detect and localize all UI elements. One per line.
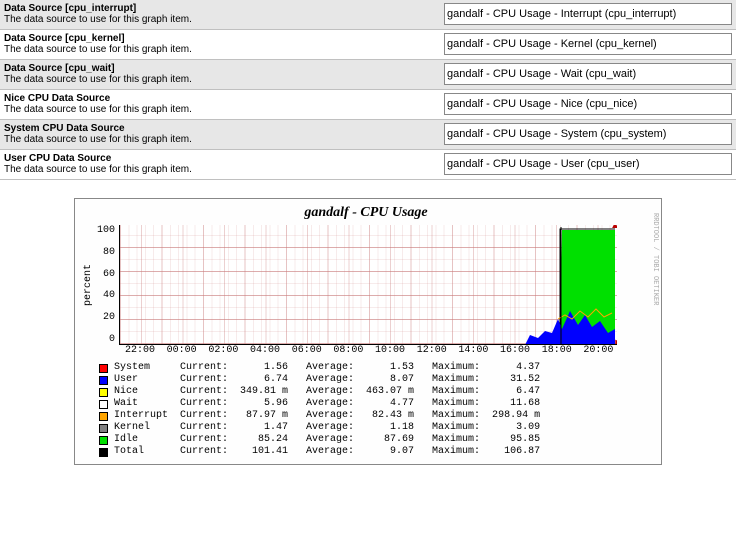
- legend-swatch: [99, 436, 108, 445]
- legend-row: Interrupt Current: 87.97 m Average: 82.4…: [99, 410, 651, 422]
- field-meta: Nice CPU Data Source The data source to …: [4, 93, 444, 115]
- row-cpu-wait: Data Source [cpu_wait] The data source t…: [0, 60, 736, 90]
- xtick: 06:00: [292, 345, 334, 356]
- field-label: Nice CPU Data Source: [4, 93, 444, 104]
- field-desc: The data source to use for this graph it…: [4, 74, 444, 85]
- rrdtool-credit: RRDTOOL / TOBI OETIKER: [651, 213, 659, 305]
- row-cpu-kernel: Data Source [cpu_kernel] The data source…: [0, 30, 736, 60]
- xtick: 22:00: [125, 345, 167, 356]
- xtick: 10:00: [375, 345, 417, 356]
- field-meta: Data Source [cpu_interrupt] The data sou…: [4, 3, 444, 25]
- cpu-usage-chart: RRDTOOL / TOBI OETIKER gandalf - CPU Usa…: [74, 198, 662, 465]
- select-cpu-nice[interactable]: gandalf - CPU Usage - Nice (cpu_nice): [444, 93, 732, 115]
- xtick: 16:00: [500, 345, 542, 356]
- legend-row: System Current: 1.56 Average: 1.53 Maxim…: [99, 362, 651, 374]
- legend-swatch: [99, 376, 108, 385]
- legend-text: Idle Current: 85.24 Average: 87.69 Maxim…: [114, 434, 540, 446]
- ytick: 60: [95, 269, 115, 280]
- xtick: 00:00: [167, 345, 209, 356]
- ytick: 20: [95, 312, 115, 323]
- field-desc: The data source to use for this graph it…: [4, 164, 444, 175]
- plot-svg: [120, 225, 617, 345]
- legend-text: Interrupt Current: 87.97 m Average: 82.4…: [114, 410, 540, 422]
- ytick: 80: [95, 247, 115, 258]
- legend-swatch: [99, 448, 108, 457]
- legend-swatch: [99, 412, 108, 421]
- select-cpu-system[interactable]: gandalf - CPU Usage - System (cpu_system…: [444, 123, 732, 145]
- select-cpu-wait[interactable]: gandalf - CPU Usage - Wait (cpu_wait): [444, 63, 732, 85]
- legend-row: Idle Current: 85.24 Average: 87.69 Maxim…: [99, 434, 651, 446]
- field-meta: Data Source [cpu_wait] The data source t…: [4, 63, 444, 85]
- row-cpu-user: User CPU Data Source The data source to …: [0, 150, 736, 180]
- row-cpu-interrupt: Data Source [cpu_interrupt] The data sou…: [0, 0, 736, 30]
- field-meta: Data Source [cpu_kernel] The data source…: [4, 33, 444, 55]
- select-cpu-user[interactable]: gandalf - CPU Usage - User (cpu_user): [444, 153, 732, 175]
- y-axis-label: percent: [81, 225, 95, 345]
- plot-area: ▲ ▶: [119, 225, 617, 345]
- legend-text: Nice Current: 349.81 m Average: 463.07 m…: [114, 386, 540, 398]
- legend-row: Wait Current: 5.96 Average: 4.77 Maximum…: [99, 398, 651, 410]
- xtick: 04:00: [250, 345, 292, 356]
- xtick: 02:00: [208, 345, 250, 356]
- field-label: User CPU Data Source: [4, 153, 444, 164]
- field-label: System CPU Data Source: [4, 123, 444, 134]
- select-cpu-interrupt[interactable]: gandalf - CPU Usage - Interrupt (cpu_int…: [444, 3, 732, 25]
- xtick: 14:00: [458, 345, 500, 356]
- legend-row: Kernel Current: 1.47 Average: 1.18 Maxim…: [99, 422, 651, 434]
- field-desc: The data source to use for this graph it…: [4, 14, 444, 25]
- field-desc: The data source to use for this graph it…: [4, 134, 444, 145]
- select-cpu-kernel[interactable]: gandalf - CPU Usage - Kernel (cpu_kernel…: [444, 33, 732, 55]
- xtick: 18:00: [542, 345, 584, 356]
- legend-row: Nice Current: 349.81 m Average: 463.07 m…: [99, 386, 651, 398]
- legend-swatch: [99, 424, 108, 433]
- row-cpu-nice: Nice CPU Data Source The data source to …: [0, 90, 736, 120]
- field-label: Data Source [cpu_interrupt]: [4, 3, 444, 14]
- legend-text: Total Current: 101.41 Average: 9.07 Maxi…: [114, 446, 540, 458]
- ytick: 40: [95, 290, 115, 301]
- legend-swatch: [99, 388, 108, 397]
- field-label: Data Source [cpu_kernel]: [4, 33, 444, 44]
- row-cpu-system: System CPU Data Source The data source t…: [0, 120, 736, 150]
- ytick: 0: [95, 334, 115, 345]
- data-source-config-table: Data Source [cpu_interrupt] The data sou…: [0, 0, 736, 180]
- legend-row: Total Current: 101.41 Average: 9.07 Maxi…: [99, 446, 651, 458]
- legend-text: System Current: 1.56 Average: 1.53 Maxim…: [114, 362, 540, 374]
- y-axis-ticks: 100 80 60 40 20 0: [95, 225, 119, 345]
- legend-swatch: [99, 364, 108, 373]
- field-label: Data Source [cpu_wait]: [4, 63, 444, 74]
- xtick: 08:00: [333, 345, 375, 356]
- ytick: 100: [95, 225, 115, 236]
- x-axis-ticks: 22:00 00:00 02:00 04:00 06:00 08:00 10:0…: [125, 345, 625, 356]
- legend-text: User Current: 6.74 Average: 8.07 Maximum…: [114, 374, 540, 386]
- xtick: 20:00: [583, 345, 625, 356]
- field-meta: System CPU Data Source The data source t…: [4, 123, 444, 145]
- legend-text: Kernel Current: 1.47 Average: 1.18 Maxim…: [114, 422, 540, 434]
- field-meta: User CPU Data Source The data source to …: [4, 153, 444, 175]
- xtick: 12:00: [417, 345, 459, 356]
- legend-text: Wait Current: 5.96 Average: 4.77 Maximum…: [114, 398, 540, 410]
- chart-title: gandalf - CPU Usage: [81, 205, 651, 221]
- chart-legend: System Current: 1.56 Average: 1.53 Maxim…: [99, 362, 651, 458]
- legend-row: User Current: 6.74 Average: 8.07 Maximum…: [99, 374, 651, 386]
- legend-swatch: [99, 400, 108, 409]
- field-desc: The data source to use for this graph it…: [4, 44, 444, 55]
- field-desc: The data source to use for this graph it…: [4, 104, 444, 115]
